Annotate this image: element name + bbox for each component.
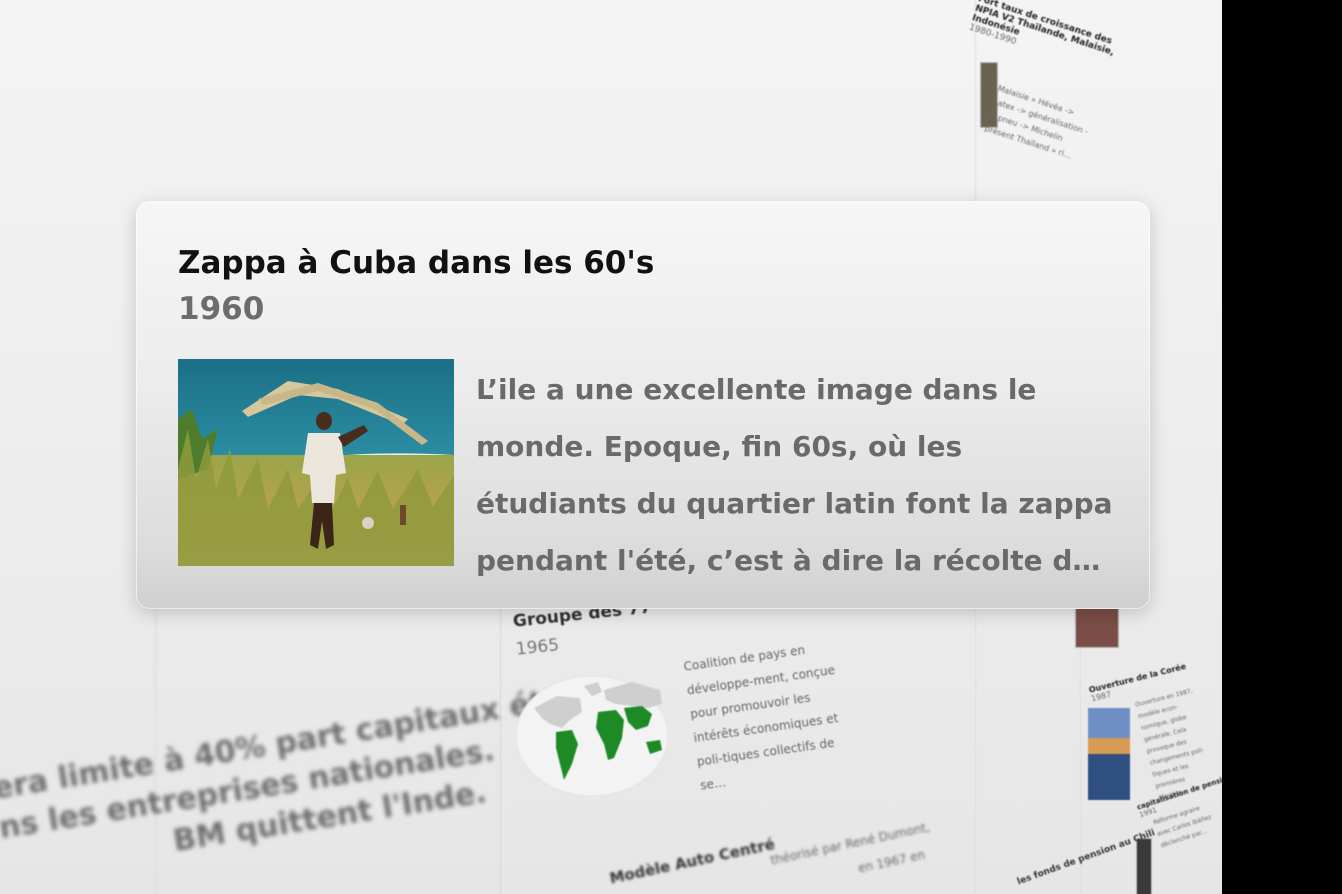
event-photo <box>178 359 454 566</box>
event-card-auto-centre-text: théorisé par René Dumont, en 1967 en <box>768 814 938 894</box>
card-body: Coalition de pays en développe-ment, con… <box>682 642 840 793</box>
event-card-npia-text: Malaisie » Hévéa -> Latex -> généralisat… <box>983 82 1114 172</box>
card-body: Malaisie » Hévéa -> Latex -> généralisat… <box>983 83 1090 161</box>
event-card-auto-centre[interactable]: Modèle Auto Centré <box>608 835 776 888</box>
worker-3 <box>400 505 406 525</box>
sugarcane-harvest-image <box>178 359 454 566</box>
event-title: Zappa à Cuba dans les 60's <box>178 245 655 281</box>
worker-2 <box>362 517 374 529</box>
event-description: L’ile a une excellente image dans le mon… <box>476 373 1113 577</box>
world-map-image <box>515 675 669 797</box>
worker-head <box>316 412 332 430</box>
screen-edge <box>1222 0 1342 894</box>
card-thumbnail <box>1088 708 1130 800</box>
event-popup-card[interactable]: Zappa à Cuba dans les 60's 1960 L’ile a … <box>136 201 1150 609</box>
event-card-groupe77-text: Coalition de pays en développe-ment, con… <box>682 632 865 798</box>
event-year: 1960 <box>178 291 265 327</box>
card-year: 1965 <box>514 635 561 660</box>
card-title: Modèle Auto Centré <box>608 835 777 888</box>
card-thumbnail <box>1136 838 1152 894</box>
